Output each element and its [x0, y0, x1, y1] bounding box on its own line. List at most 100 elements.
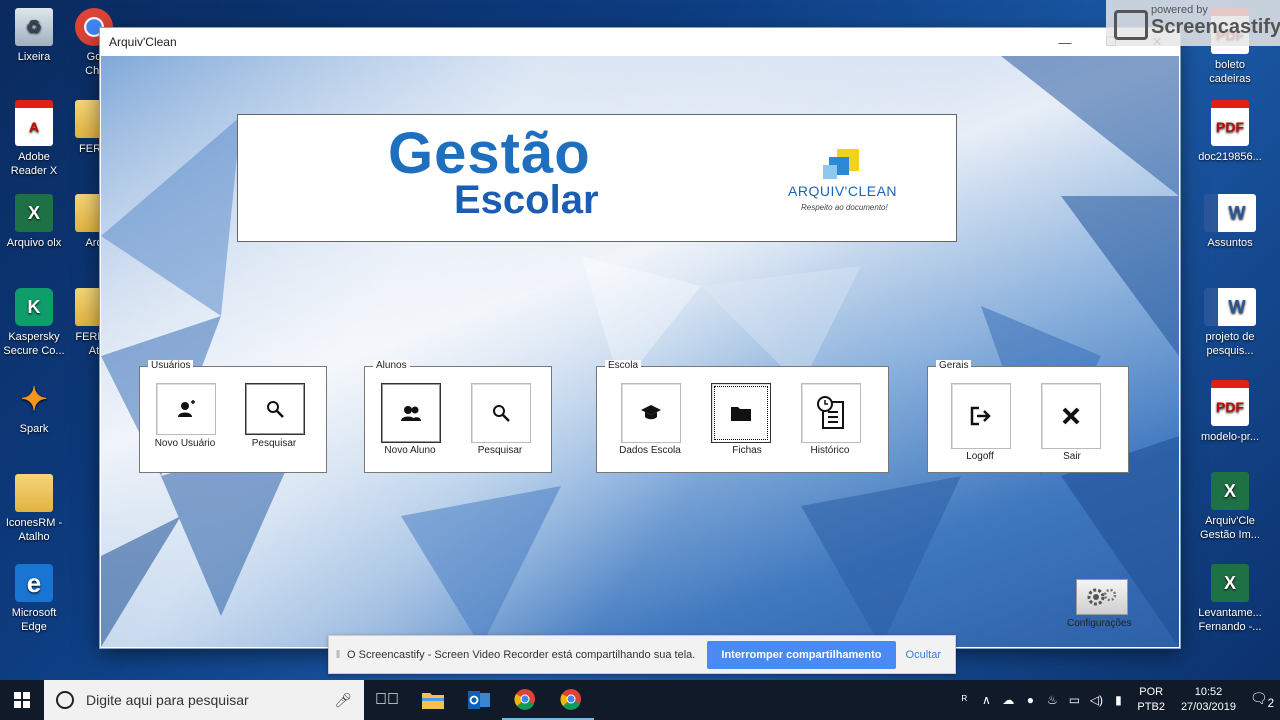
company-name: ARQUIV'CLEAN: [788, 183, 898, 199]
spark-icon: ✦: [20, 381, 48, 417]
folder-icon: [731, 407, 751, 421]
group-legend: Usuários: [148, 360, 194, 371]
desktop-icon[interactable]: Wprojeto de pesquis...: [1190, 288, 1270, 358]
search-placeholder: Digite aqui para pesquisar: [86, 692, 249, 708]
desktop-icon[interactable]: X Levantame... Fernando -...: [1190, 564, 1270, 634]
desktop-icon[interactable]: X Arquiv'Cle Gestão Im...: [1190, 472, 1270, 542]
group-legend: Escola: [605, 360, 642, 371]
screen-share-bar: ‖ O Screencastify - Screen Video Recorde…: [328, 635, 956, 674]
taskbar-chrome-2[interactable]: [548, 680, 594, 720]
history-button[interactable]: [801, 383, 861, 443]
desktop-icon[interactable]: ✦ Spark: [0, 380, 74, 436]
word-icon: W: [1204, 194, 1256, 232]
share-message: O Screencastify - Screen Video Recorder …: [347, 648, 696, 661]
arquivclean-logo-icon: [823, 149, 859, 179]
desktop-icon[interactable]: PDF modelo-pr...: [1190, 380, 1270, 444]
close-icon: [1062, 407, 1080, 425]
desktop-icon[interactable]: W Assuntos: [1190, 194, 1270, 250]
group-legend: Alunos: [373, 360, 410, 371]
people-icon[interactable]: ᴿ: [953, 693, 975, 707]
desktop-icon-label: Levantame... Fernando -...: [1198, 607, 1262, 633]
file-explorer-icon: [422, 693, 444, 709]
logoff-button[interactable]: [951, 383, 1011, 449]
cloud-icon[interactable]: ☁: [997, 693, 1019, 707]
group-alunos: Alunos Novo Aluno Pesquisar: [364, 360, 552, 473]
settings-label: Configurações: [1067, 618, 1132, 629]
app-window: Arquiv'Clean — ☐ ✕ Gestão Escolar: [100, 28, 1180, 648]
search-users-button[interactable]: [245, 383, 305, 435]
school-data-label: Dados Escola: [619, 445, 681, 456]
settings-button[interactable]: [1076, 579, 1128, 615]
windows-logo-icon: [14, 692, 30, 708]
word-icon: W: [1204, 288, 1256, 326]
hide-button[interactable]: Ocultar: [906, 649, 941, 661]
app-client-area: Gestão Escolar ARQUIV'CLEAN Respeito ao …: [101, 56, 1179, 647]
graduation-cap-icon: [641, 405, 661, 420]
company-tagline: Respeito ao documento!: [801, 203, 888, 212]
logoff-label: Logoff: [966, 451, 994, 462]
taskbar: Digite aqui para pesquisar 🎤︎ ▯⃞ ᴿ ∧ ☁ ●…: [0, 680, 1280, 720]
search-students-button[interactable]: [471, 383, 531, 443]
screencastify-watermark: powered by Screencastify: [1106, 0, 1280, 46]
excel-icon: X: [1211, 564, 1249, 602]
group-usuarios: Usuários Novo Usuário Pesquisar: [139, 360, 327, 473]
logo-title-line2: Escolar: [454, 178, 599, 222]
history-label: Histórico: [810, 445, 850, 456]
watermark-brand: Screencastify: [1151, 16, 1280, 38]
logo-banner: Gestão Escolar ARQUIV'CLEAN Respeito ao …: [237, 114, 957, 242]
language-indicator[interactable]: POR PTB2: [1137, 685, 1165, 715]
school-data-button[interactable]: [621, 383, 681, 443]
desktop-icon-label: Assuntos: [1207, 237, 1253, 249]
records-button[interactable]: [711, 383, 771, 443]
cortana-icon: [56, 691, 74, 709]
battery-icon[interactable]: ▮: [1107, 693, 1129, 707]
drag-handle-icon[interactable]: ‖: [329, 649, 347, 661]
taskbar-chrome-1[interactable]: [502, 680, 548, 720]
taskbar-search[interactable]: Digite aqui para pesquisar 🎤︎: [44, 680, 364, 720]
start-button[interactable]: [0, 680, 44, 720]
desktop-icon-label: Microsoft Edge: [11, 607, 57, 633]
new-user-button[interactable]: [156, 383, 216, 435]
taskbar-outlook[interactable]: [456, 680, 502, 720]
task-view-button[interactable]: ▯⃞: [364, 680, 410, 720]
network-icon[interactable]: ▭: [1063, 693, 1085, 707]
search-users-label: Pesquisar: [251, 438, 297, 449]
kaspersky-icon: K: [15, 288, 53, 326]
gears-icon: [1087, 588, 1117, 606]
records-label: Fichas: [732, 445, 762, 456]
desktop-icon-label: IconesRM - Atalho: [5, 517, 63, 543]
search-icon: [493, 405, 510, 422]
minimize-button[interactable]: —: [1042, 28, 1088, 56]
recycle-bin-icon: ♻: [15, 8, 53, 46]
flame-icon[interactable]: ♨: [1041, 693, 1063, 707]
new-student-button[interactable]: [381, 383, 441, 443]
taskbar-file-explorer[interactable]: [410, 680, 456, 720]
exit-label: Sair: [1063, 451, 1081, 462]
pdf-icon: PDF: [1211, 100, 1249, 146]
notifications-button[interactable]: 🗨︎2: [1244, 690, 1280, 710]
group-legend: Gerais: [936, 360, 972, 371]
lang-line2: PTB2: [1137, 701, 1165, 713]
desktop-icon-label: projeto de pesquis...: [1205, 331, 1255, 357]
chevron-up-icon[interactable]: ∧: [975, 693, 997, 707]
desktop-icon-label: Spark: [19, 423, 49, 435]
window-title: Arquiv'Clean: [109, 35, 177, 49]
antivirus-icon[interactable]: ●: [1019, 693, 1041, 707]
desktop-icon[interactable]: IconesRM - Atalho: [0, 474, 74, 544]
exit-button[interactable]: [1041, 383, 1101, 449]
watermark-powered: powered by: [1151, 4, 1208, 16]
desktop-icon[interactable]: e Microsoft Edge: [0, 564, 74, 634]
logo-title-line1: Gestão: [388, 121, 591, 186]
pdf-icon: PDF: [1211, 380, 1249, 426]
notification-count: 2: [1267, 696, 1275, 710]
new-user-label: Novo Usuário: [154, 438, 216, 449]
volume-icon[interactable]: ◁): [1085, 693, 1107, 707]
stop-sharing-button[interactable]: Interromper compartilhamento: [707, 640, 896, 669]
desktop-icon[interactable]: PDF doc219856...: [1190, 100, 1270, 164]
desktop-icon-label: modelo-pr...: [1200, 431, 1260, 443]
microphone-icon[interactable]: 🎤︎: [334, 692, 352, 709]
title-bar[interactable]: Arquiv'Clean — ☐ ✕: [100, 28, 1180, 56]
clock[interactable]: 10:52 27/03/2019: [1181, 685, 1236, 715]
edge-icon: e: [15, 564, 53, 602]
chrome-icon: [514, 689, 535, 710]
